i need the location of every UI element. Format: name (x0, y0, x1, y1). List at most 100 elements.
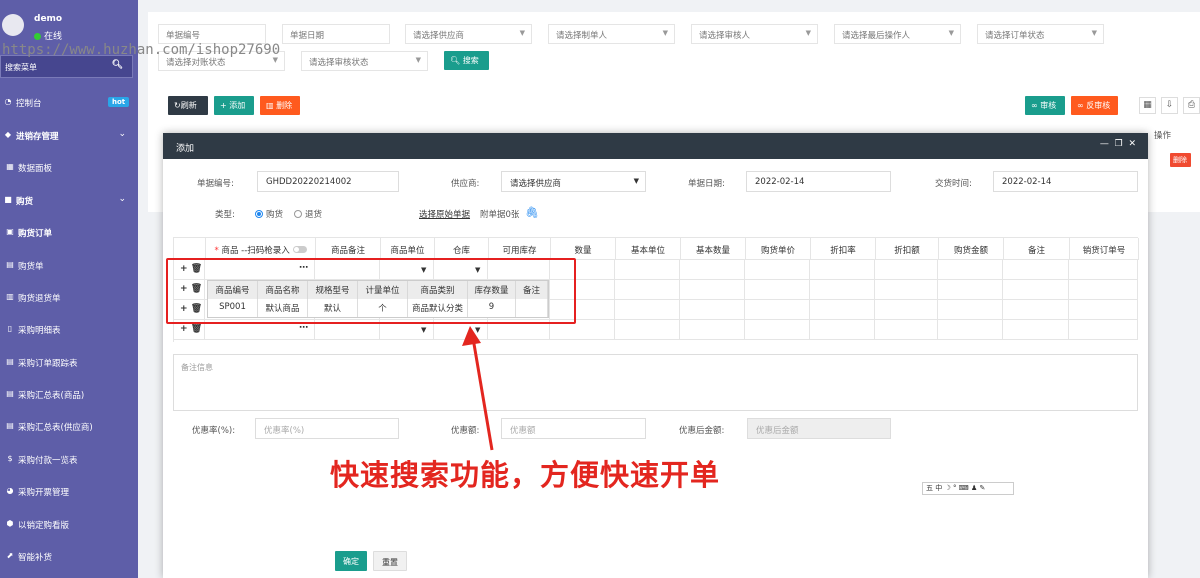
approve-button[interactable]: ∞ 审核 (1025, 96, 1065, 115)
plus-icon: + (220, 101, 227, 110)
goods-picker-icon[interactable]: ⋯ (299, 323, 308, 333)
sidebar-item-order-tracking[interactable]: ▤ 采购订单跟踪表 (0, 350, 138, 376)
user-status: 在线 (34, 29, 62, 42)
print-icon[interactable]: ⎙ (1183, 97, 1200, 114)
bill-date-field[interactable]: 2022-02-14 (746, 171, 891, 192)
sidebar-item-purchase-return[interactable]: ▥ 购货退货单 (0, 285, 138, 311)
sidebar-item-data-panel[interactable]: ▦ 数据面板 (0, 155, 138, 181)
table-cell[interactable] (810, 260, 875, 280)
sidebar-item-dashboard[interactable]: ◔ 控制台 hot (0, 90, 138, 116)
restock-icon: ⬈ (6, 551, 14, 560)
sidebar-item-summary-supplier[interactable]: ▤ 采购汇总表(供应商) (0, 414, 138, 440)
add-button[interactable]: + 添加 (214, 96, 254, 115)
ime-toolbar[interactable]: 五 中 ☽ ° ⌨ ♟ ✎ (922, 482, 1014, 495)
highlight-box (166, 258, 576, 324)
order-status-filter[interactable]: 请选择订单状态 ▼ (977, 24, 1104, 44)
paperclip-icon[interactable]: 🖇︎ (525, 206, 539, 219)
plus-icon[interactable]: + (180, 324, 188, 334)
table-cell[interactable] (680, 260, 745, 280)
table-cell[interactable] (875, 280, 938, 300)
table-cell[interactable] (1069, 300, 1138, 320)
review-status-filter[interactable]: 请选择审核状态 ▼ (301, 51, 428, 71)
row-delete-button[interactable]: 删除 (1170, 153, 1191, 167)
search-icon[interactable]: 🔍︎ (112, 60, 123, 70)
table-cell[interactable] (1003, 280, 1069, 300)
table-cell[interactable] (680, 320, 745, 340)
col-quantity: 数量 (551, 238, 616, 260)
maximize-icon[interactable]: ❐ (1115, 139, 1123, 149)
delete-button[interactable]: ▥ 删除 (260, 96, 300, 115)
menu-search-input[interactable]: 搜索菜单 🔍︎ (0, 55, 133, 78)
table-cell[interactable] (745, 280, 810, 300)
table-cell[interactable] (615, 320, 680, 340)
operation-header: 操作 (1154, 131, 1172, 141)
table-cell[interactable] (680, 300, 745, 320)
table-cell[interactable] (875, 300, 938, 320)
col-remark: 备注 (1004, 238, 1070, 260)
close-icon[interactable]: ✕ (1128, 139, 1136, 149)
table-cell[interactable] (938, 260, 1003, 280)
type-purchase-radio[interactable]: 购货 (255, 208, 283, 220)
last-operator-filter[interactable]: 请选择最后操作人 ▼ (834, 24, 961, 44)
sidebar-item-inventory[interactable]: ◆ 进销存管理 ⌄ (0, 123, 138, 149)
remark-textarea[interactable]: 备注信息 (173, 354, 1138, 411)
search-button[interactable]: 🔍︎ 搜索 (444, 51, 489, 70)
table-cell[interactable] (938, 280, 1003, 300)
chevron-down-icon[interactable]: ▼ (421, 326, 426, 334)
table-cell[interactable] (615, 260, 680, 280)
minimize-icon[interactable]: — (1100, 139, 1109, 149)
table-cell[interactable] (938, 300, 1003, 320)
discount-amount-field[interactable]: 优惠额 (501, 418, 646, 439)
supplier-filter[interactable]: 请选择供应商 ▼ (405, 24, 532, 44)
table-cell[interactable] (615, 300, 680, 320)
trade-time-field[interactable]: 2022-02-14 (993, 171, 1138, 192)
table-cell[interactable] (1003, 300, 1069, 320)
sidebar-item-smart-restock[interactable]: ⬈ 智能补货 (0, 544, 138, 570)
reviewer-filter[interactable]: 请选择审核人 ▼ (691, 24, 818, 44)
sidebar-item-summary-goods[interactable]: ▤ 采购汇总表(商品) (0, 382, 138, 408)
table-cell[interactable] (615, 280, 680, 300)
table-cell[interactable] (810, 280, 875, 300)
table-cell[interactable] (1003, 320, 1069, 340)
table-cell[interactable] (1069, 320, 1138, 340)
sidebar-item-invoice[interactable]: ◕ 采购开票管理 (0, 479, 138, 505)
table-cell[interactable] (875, 260, 938, 280)
sidebar-item-purchase[interactable]: ■ 购货 ⌄ (0, 188, 138, 214)
table-cell[interactable] (745, 320, 810, 340)
type-return-radio[interactable]: 退货 (294, 208, 322, 220)
reset-button[interactable]: 重置 (373, 551, 407, 571)
table-cell[interactable] (875, 320, 938, 340)
scan-toggle[interactable] (292, 246, 307, 253)
confirm-button[interactable]: 确定 (335, 551, 367, 571)
chevron-down-icon[interactable]: ▼ (475, 326, 480, 334)
export-icon[interactable]: ⇩ (1161, 97, 1178, 114)
columns-icon[interactable]: ▦ (1139, 97, 1156, 114)
discount-rate-field[interactable]: 优惠率(%) (255, 418, 399, 439)
table-cell[interactable] (1003, 260, 1069, 280)
row-add-delete-controls[interactable]: + 🗑︎ (180, 324, 202, 334)
sidebar-item-sales-based[interactable]: ⬢ 以销定购看版 (0, 512, 138, 538)
trash-icon[interactable]: 🗑︎ (191, 324, 202, 334)
window-controls[interactable]: — ❐ ✕ (1100, 139, 1136, 149)
bill-no-field[interactable]: GHDD20220214002 (257, 171, 399, 192)
bill-date-filter[interactable]: 单据日期 (282, 24, 390, 44)
creator-filter[interactable]: 请选择制单人 ▼ (548, 24, 675, 44)
select-source-link[interactable]: 选择原始单据 (419, 208, 470, 220)
table-cell[interactable] (810, 320, 875, 340)
unapprove-button[interactable]: ∞ 反审核 (1071, 96, 1118, 115)
bill-no-filter[interactable]: 单据编号 (158, 24, 266, 44)
table-cell[interactable] (938, 320, 1003, 340)
sidebar-item-purchase-bill[interactable]: ▤ 购货单 (0, 253, 138, 279)
table-cell[interactable] (745, 260, 810, 280)
sidebar-item-payment-list[interactable]: $ 采购付款一览表 (0, 447, 138, 473)
refresh-button[interactable]: ↻刷新 (168, 96, 208, 115)
table-cell[interactable] (745, 300, 810, 320)
table-cell[interactable] (1069, 280, 1138, 300)
supplier-select[interactable]: 请选择供应商 ▼ (501, 171, 646, 192)
sidebar-item-purchase-order[interactable]: ▣ 购货订单 (0, 220, 138, 246)
table-cell[interactable] (810, 300, 875, 320)
sidebar-item-purchase-detail[interactable]: ▯ 采购明细表 (0, 317, 138, 343)
summary-icon: ▤ (6, 421, 14, 430)
table-cell[interactable] (680, 280, 745, 300)
table-cell[interactable] (1069, 260, 1138, 280)
